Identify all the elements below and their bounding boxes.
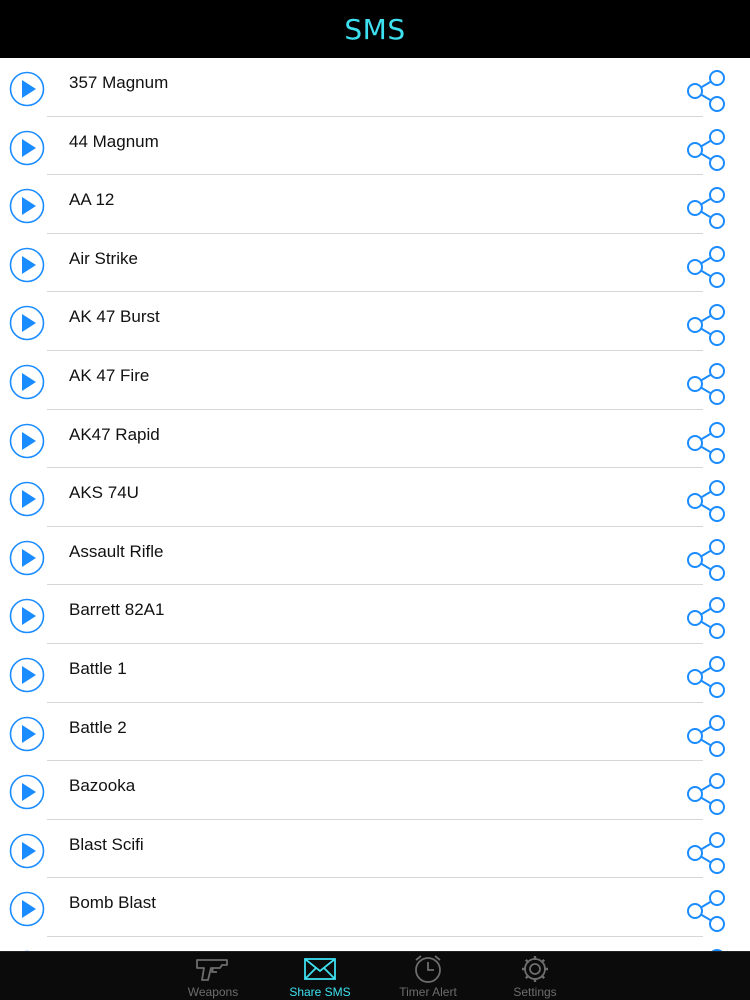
list-item[interactable]: 44 Magnum <box>0 117 750 176</box>
page-title: SMS <box>344 12 406 46</box>
list-item-label: 357 Magnum <box>69 73 169 92</box>
list-item-label: Air Strike <box>69 248 138 268</box>
play-icon[interactable] <box>9 130 45 166</box>
alarm-clock-icon <box>415 955 441 983</box>
envelope-icon <box>304 958 336 980</box>
app-window: SMS 357 Magnum 44 Magnum AA 12 Air Strike AK… <box>0 0 750 1000</box>
play-icon[interactable] <box>9 540 45 576</box>
list-item[interactable]: AA 12 <box>0 175 750 234</box>
list-item[interactable]: Air Strike <box>0 234 750 293</box>
list-item-label: AK 47 Fire <box>69 365 150 385</box>
share-icon[interactable] <box>683 596 727 640</box>
play-icon[interactable] <box>9 188 45 224</box>
tab-label-share-sms: Share SMS <box>289 985 351 999</box>
list-item[interactable]: Bazooka <box>0 761 750 820</box>
tab-settings[interactable]: Settings <box>485 952 585 1000</box>
tab-bar: Weapons Share SMS Timer Alert Settings <box>0 951 750 1000</box>
tab-share-sms[interactable]: Share SMS <box>270 952 370 1000</box>
list-item[interactable]: Battle 1 <box>0 644 750 703</box>
tab-timer-alert[interactable]: Timer Alert <box>378 952 478 1000</box>
nav-bar: SMS <box>0 0 750 58</box>
list-item[interactable] <box>0 937 750 951</box>
share-icon[interactable] <box>683 186 727 230</box>
share-icon[interactable] <box>683 128 727 172</box>
list-item[interactable]: Battle 2 <box>0 703 750 762</box>
share-icon[interactable] <box>683 714 727 758</box>
list-item-label: Blast Scifi <box>69 834 144 854</box>
list-item-label: AA 12 <box>69 190 115 210</box>
play-icon[interactable] <box>9 423 45 459</box>
share-icon[interactable] <box>683 69 727 113</box>
share-icon[interactable] <box>683 831 727 875</box>
list-item-label: AK47 Rapid <box>69 424 160 444</box>
list-item[interactable]: AK 47 Burst <box>0 292 750 351</box>
share-icon[interactable] <box>683 889 727 933</box>
share-icon[interactable] <box>683 421 727 465</box>
list-item[interactable]: Bomb Blast <box>0 878 750 937</box>
share-icon[interactable] <box>683 245 727 289</box>
list-item-label: Battle 1 <box>69 658 127 678</box>
tab-label-timer-alert: Timer Alert <box>399 985 457 999</box>
tab-label-settings: Settings <box>513 985 557 999</box>
sound-list[interactable]: 357 Magnum 44 Magnum AA 12 Air Strike AK 47 … <box>0 58 750 951</box>
list-item[interactable]: Barrett 82A1 <box>0 585 750 644</box>
list-item-label: 44 Magnum <box>69 131 159 151</box>
play-icon[interactable] <box>9 657 45 693</box>
play-icon[interactable] <box>9 71 45 107</box>
play-icon[interactable] <box>9 305 45 341</box>
list-item[interactable]: Blast Scifi <box>0 820 750 879</box>
list-item-label: Assault Rifle <box>69 541 164 561</box>
tab-label-weapons: Weapons <box>187 985 239 999</box>
list-item-label: Bazooka <box>69 776 136 796</box>
share-icon[interactable] <box>683 303 727 347</box>
list-item-label: Barrett 82A1 <box>69 600 165 620</box>
play-icon[interactable] <box>9 247 45 283</box>
play-icon[interactable] <box>9 833 45 869</box>
play-icon[interactable] <box>9 716 45 752</box>
list-item-label: AKS 74U <box>69 483 139 503</box>
gear-icon <box>522 956 548 982</box>
play-icon[interactable] <box>9 891 45 927</box>
share-icon[interactable] <box>683 362 727 406</box>
share-icon[interactable] <box>683 655 727 699</box>
tab-weapons[interactable]: Weapons <box>163 952 263 1000</box>
list-item-label: Battle 2 <box>69 717 127 737</box>
list-item-label: AK 47 Burst <box>69 307 160 327</box>
pistol-icon <box>196 959 228 981</box>
list-item-label: Bomb Blast <box>69 893 156 913</box>
list-item[interactable]: Assault Rifle <box>0 527 750 586</box>
list-item[interactable]: 357 Magnum <box>0 58 750 117</box>
list-item[interactable]: AKS 74U <box>0 468 750 527</box>
list-item[interactable]: AK47 Rapid <box>0 410 750 469</box>
share-icon[interactable] <box>683 479 727 523</box>
play-icon[interactable] <box>9 774 45 810</box>
play-icon[interactable] <box>9 481 45 517</box>
list-item[interactable]: AK 47 Fire <box>0 351 750 410</box>
share-icon[interactable] <box>683 772 727 816</box>
play-icon[interactable] <box>9 598 45 634</box>
share-icon[interactable] <box>683 538 727 582</box>
play-icon[interactable] <box>9 364 45 400</box>
